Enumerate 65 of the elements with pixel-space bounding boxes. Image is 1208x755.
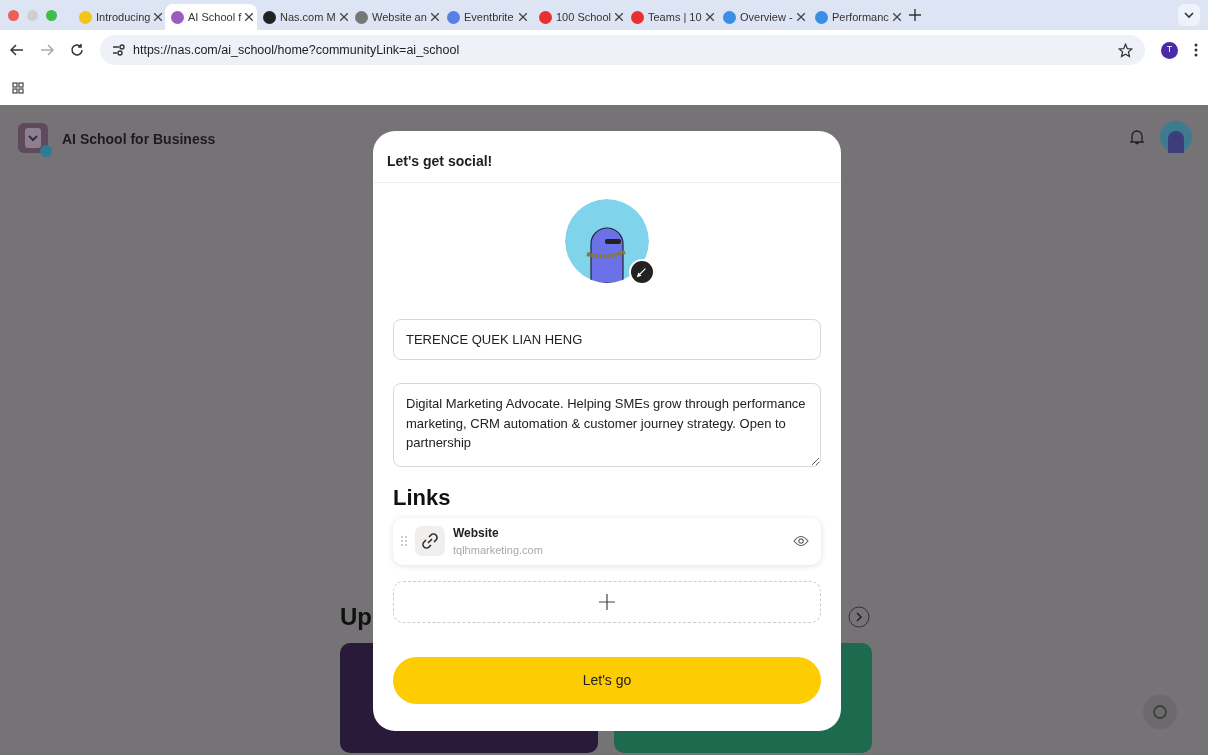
community-name: AI School for Business [62,130,216,149]
address-bar[interactable]: https://nas.com/ai_school/home?communityLink=ai_school [100,35,1145,65]
lets-go-button[interactable]: Let's go [393,656,821,704]
favicon-icon [539,10,552,24]
browser-tab[interactable]: AI School f [165,4,257,30]
tab-title: Teams | 10 [648,9,702,25]
favicon-icon [815,10,828,24]
tab-title: Nas.com M [280,9,336,25]
profile-avatar[interactable]: T [1161,41,1178,59]
tab-list-icon[interactable] [1178,4,1200,26]
close-tab-icon[interactable] [705,13,714,21]
close-tab-icon[interactable] [796,13,805,21]
favicon-icon [79,10,92,24]
browser-tab[interactable]: Overview - [717,4,809,30]
dialog-title: Let's get social! [373,131,841,183]
close-tab-icon[interactable] [339,13,348,21]
browser-tab[interactable]: Performanc [809,4,901,30]
link-card[interactable]: Website tqlhmarketing.com [393,518,821,565]
bio-field[interactable]: Digital Marketing Advocate. Helping SMEs grow through performance marketing, CRM automation & customer journey strategy. Open to partnership [393,383,821,467]
apps-grid-icon[interactable] [12,81,24,94]
site-settings-icon[interactable] [112,44,125,56]
bookmark-star-icon[interactable] [1118,42,1133,58]
edit-pencil-icon[interactable] [629,259,655,285]
link-icon [415,526,445,557]
favicon-icon [355,10,368,24]
drag-handle-icon[interactable] [401,536,407,547]
notification-bell-icon[interactable] [1130,129,1144,145]
name-field[interactable]: TERENCE QUEK LIAN HENG [393,319,821,360]
browser-tab[interactable]: Website an [349,4,441,30]
close-window-control[interactable] [8,9,19,21]
back-icon[interactable] [10,43,24,57]
tab-title: AI School f [188,9,242,25]
favicon-icon [263,10,276,24]
link-title: Website [453,525,500,542]
tab-title: 100 School [556,9,612,25]
help-icon[interactable] [1143,695,1177,729]
links-heading: Links [393,484,452,512]
tab-title: Introducing [96,9,151,25]
tab-title: Website an [372,9,427,25]
url-text: https://nas.com/ai_school/home?communityLink=ai_school [133,41,460,59]
tab-title: Overview - [740,9,793,25]
reload-icon[interactable] [70,43,84,57]
tab-title: Eventbrite [464,9,514,25]
menu-icon[interactable] [1194,43,1198,57]
tab-title: Performanc [832,9,889,25]
browser-tab[interactable]: Nas.com M [257,4,349,30]
favicon-icon [447,10,460,24]
close-tab-icon[interactable] [615,13,624,21]
favicon-icon [631,10,644,24]
section-title: Up [340,602,372,632]
community-logo-icon [16,121,54,159]
close-tab-icon[interactable] [245,13,254,21]
browser-tab[interactable]: Teams | 10 [625,4,717,30]
close-tab-icon[interactable] [154,13,163,21]
close-tab-icon[interactable] [430,13,439,21]
favicon-icon [723,10,736,24]
favicon-icon [171,10,184,24]
close-tab-icon[interactable] [519,13,527,21]
browser-tab[interactable]: 100 School [533,4,625,30]
plus-icon [599,593,615,610]
new-tab-icon[interactable] [909,9,921,21]
browser-tab[interactable]: Introducing [73,4,165,30]
close-tab-icon[interactable] [892,13,901,21]
link-url: tqlhmarketing.com [453,543,543,558]
browser-tab[interactable]: Eventbrite [441,4,533,30]
